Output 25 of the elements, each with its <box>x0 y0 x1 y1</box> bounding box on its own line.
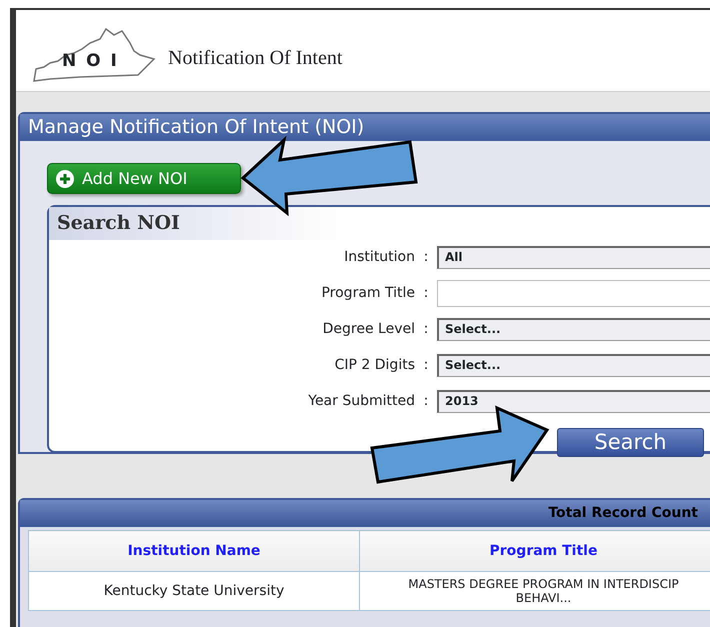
dropdown-field[interactable]: All <box>437 246 710 269</box>
colon-separator: : <box>422 392 430 411</box>
input-field[interactable] <box>437 280 710 307</box>
field-label: Program Title <box>320 284 415 303</box>
plus-icon <box>56 170 74 188</box>
panel-title: Manage Notification Of Intent (NOI) <box>20 114 710 141</box>
field-label: Degree Level <box>322 320 415 339</box>
add-new-button[interactable]: Add New NOI <box>47 163 241 194</box>
dropdown-field[interactable]: Select... <box>437 354 710 377</box>
colon-separator: : <box>422 248 430 267</box>
logo-text: N O I <box>62 50 119 72</box>
field-label: CIP 2 Digits <box>334 356 415 375</box>
column-header[interactable]: Program Title <box>360 530 710 572</box>
colon-separator: : <box>422 284 430 303</box>
record-count-label: Total Record Count <box>548 504 698 523</box>
dropdown-field[interactable]: 2013 <box>437 390 710 413</box>
column-header[interactable]: Institution Name <box>28 530 360 572</box>
dropdown-field[interactable]: Select... <box>437 318 710 341</box>
search-button[interactable]: Search <box>557 428 704 456</box>
field-label: Year Submitted <box>307 392 415 411</box>
table-cell: Kentucky State University <box>28 572 360 610</box>
colon-separator: : <box>422 356 430 375</box>
colon-separator: : <box>422 320 430 339</box>
page-title: Notification Of Intent <box>168 46 342 70</box>
field-label: Institution <box>343 248 415 267</box>
